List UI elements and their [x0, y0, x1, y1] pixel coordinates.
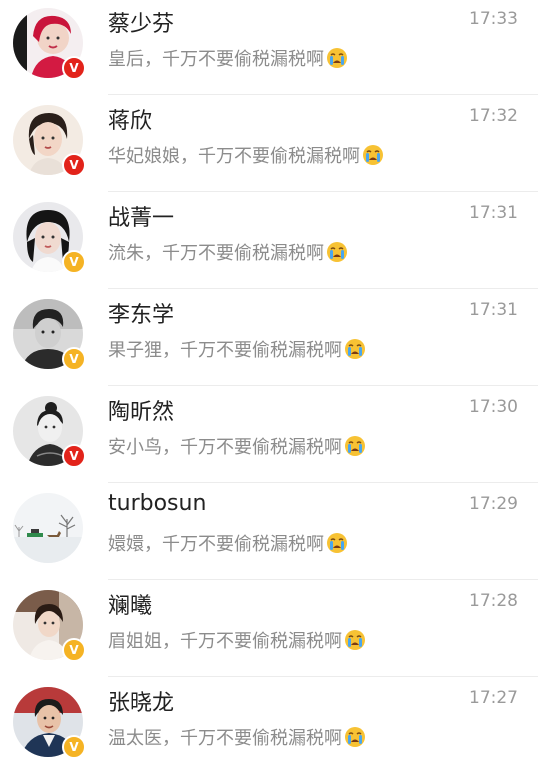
message-preview: 嬛嬛，千万不要偷税漏税啊	[108, 530, 348, 556]
verified-badge-icon: V	[62, 250, 86, 274]
message-preview: 安小鸟，千万不要偷税漏税啊	[108, 433, 366, 459]
message-time: 17:28	[469, 591, 518, 611]
conversation-list: V 蔡少芬 17:33 皇后，千万不要偷税漏税啊 V 蒋欣 17:32 华妃娘娘…	[0, 0, 538, 771]
verified-badge-icon: V	[62, 56, 86, 80]
verified-badge-icon: V	[62, 735, 86, 759]
crying-face-icon	[327, 242, 347, 262]
verified-badge-icon: V	[62, 638, 86, 662]
conversation-item[interactable]: V 蒋欣 17:32 华妃娘娘，千万不要偷税漏税啊	[0, 95, 538, 192]
contact-name: 斓曦	[108, 594, 153, 619]
message-time: 17:31	[469, 203, 518, 223]
contact-name: 李东学	[108, 303, 175, 328]
verified-badge-icon: V	[62, 444, 86, 468]
message-time: 17:29	[469, 494, 518, 514]
avatar-image	[13, 493, 83, 563]
crying-face-icon	[345, 339, 365, 359]
verified-badge-icon: V	[62, 153, 86, 177]
message-text: 安小鸟，千万不要偷税漏税啊	[108, 437, 342, 458]
avatar[interactable]: V	[13, 8, 86, 80]
crying-face-icon	[327, 533, 347, 553]
message-preview: 华妃娘娘，千万不要偷税漏税啊	[108, 142, 384, 168]
message-time: 17:27	[469, 688, 518, 708]
message-preview: 眉姐姐，千万不要偷税漏税啊	[108, 627, 366, 653]
message-preview: 果子狸，千万不要偷税漏税啊	[108, 336, 366, 362]
contact-name: 张晓龙	[108, 691, 175, 716]
conversation-item[interactable]: V 战菁一 17:31 流朱，千万不要偷税漏税啊	[0, 192, 538, 289]
message-preview: 流朱，千万不要偷税漏税啊	[108, 239, 348, 265]
crying-face-icon	[345, 436, 365, 456]
conversation-item[interactable]: V 李东学 17:31 果子狸，千万不要偷税漏税啊	[0, 289, 538, 386]
message-text: 果子狸，千万不要偷税漏税啊	[108, 340, 342, 361]
contact-name: 战菁一	[108, 206, 175, 231]
message-text: 温太医，千万不要偷税漏税啊	[108, 728, 342, 749]
conversation-item[interactable]: V 蔡少芬 17:33 皇后，千万不要偷税漏税啊	[0, 0, 538, 95]
message-text: 华妃娘娘，千万不要偷税漏税啊	[108, 146, 360, 167]
avatar[interactable]: V	[13, 687, 86, 759]
crying-face-icon	[363, 145, 383, 165]
verified-badge-icon: V	[62, 347, 86, 371]
contact-name: 蒋欣	[108, 109, 153, 134]
contact-name: turbosun	[108, 491, 207, 516]
message-time: 17:31	[469, 300, 518, 320]
avatar[interactable]: V	[13, 590, 86, 662]
message-time: 17:33	[469, 9, 518, 29]
avatar[interactable]: V	[13, 396, 86, 468]
conversation-item[interactable]: turbosun 17:29 嬛嬛，千万不要偷税漏税啊	[0, 483, 538, 580]
message-text: 眉姐姐，千万不要偷税漏税啊	[108, 631, 342, 652]
message-time: 17:30	[469, 397, 518, 417]
contact-name: 蔡少芬	[108, 12, 175, 37]
contact-name: 陶昕然	[108, 400, 175, 425]
message-text: 流朱，千万不要偷税漏税啊	[108, 243, 324, 264]
avatar[interactable]: V	[13, 105, 86, 177]
message-preview: 温太医，千万不要偷税漏税啊	[108, 724, 366, 750]
conversation-item[interactable]: V 陶昕然 17:30 安小鸟，千万不要偷税漏税啊	[0, 386, 538, 483]
message-text: 皇后，千万不要偷税漏税啊	[108, 49, 324, 70]
avatar[interactable]: V	[13, 299, 86, 371]
avatar[interactable]	[13, 493, 83, 563]
crying-face-icon	[327, 48, 347, 68]
message-text: 嬛嬛，千万不要偷税漏税啊	[108, 534, 324, 555]
conversation-item[interactable]: V 斓曦 17:28 眉姐姐，千万不要偷税漏税啊	[0, 580, 538, 677]
conversation-item[interactable]: V 张晓龙 17:27 温太医，千万不要偷税漏税啊	[0, 677, 538, 774]
avatar[interactable]: V	[13, 202, 86, 274]
message-time: 17:32	[469, 106, 518, 126]
crying-face-icon	[345, 727, 365, 747]
message-preview: 皇后，千万不要偷税漏税啊	[108, 45, 348, 71]
crying-face-icon	[345, 630, 365, 650]
